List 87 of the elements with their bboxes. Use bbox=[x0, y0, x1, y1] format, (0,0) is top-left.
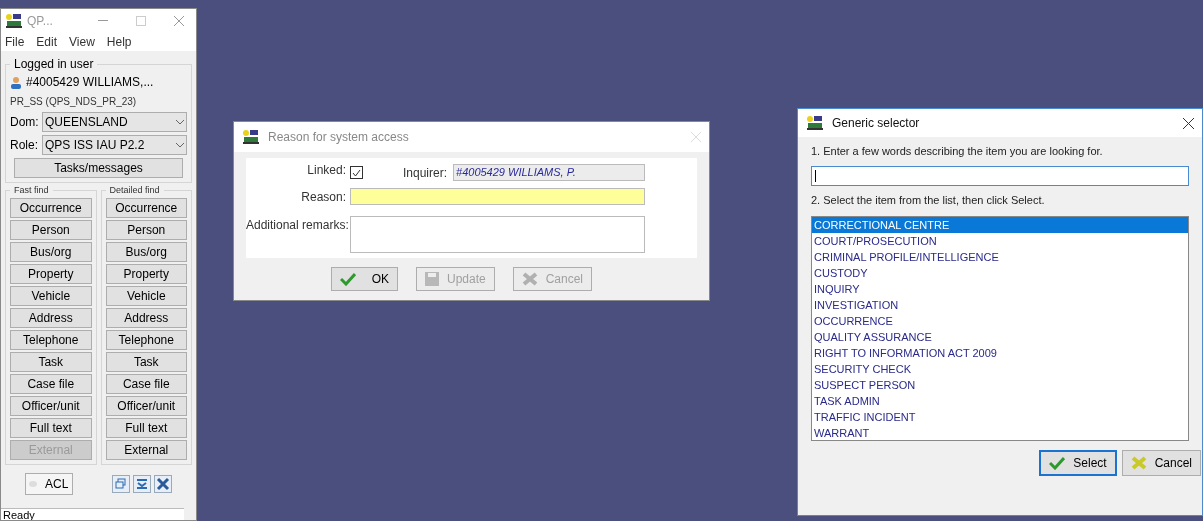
list-item[interactable]: CORRECTIONAL CENTRE bbox=[812, 217, 1188, 233]
user-icon bbox=[10, 75, 22, 89]
find-button[interactable]: Bus/org bbox=[105, 241, 187, 262]
find-button[interactable]: Address bbox=[105, 307, 187, 328]
close-icon[interactable] bbox=[1183, 117, 1194, 129]
menu-item[interactable]: Edit bbox=[36, 33, 58, 51]
chevron-down-icon bbox=[176, 142, 184, 148]
find-button[interactable]: Property bbox=[10, 263, 92, 284]
checkmark-icon bbox=[352, 168, 361, 177]
list-item[interactable]: INVESTIGATION bbox=[812, 297, 1188, 313]
dialog-title: Reason for system access bbox=[268, 129, 409, 146]
window-copy-icon[interactable] bbox=[112, 474, 131, 493]
user-name: #4005429 WILLIAMS,... bbox=[26, 74, 154, 91]
list-item[interactable]: COURT/PROSECUTION bbox=[812, 233, 1188, 249]
toggle-dot-icon bbox=[29, 480, 38, 487]
find-button[interactable]: Occurrence bbox=[10, 197, 92, 218]
dialog-title: Generic selector bbox=[832, 115, 920, 132]
list-item[interactable]: CRIMINAL PROFILE/INTELLIGENCE bbox=[812, 249, 1188, 265]
check-icon bbox=[339, 272, 356, 286]
acl-button[interactable]: ACL bbox=[24, 472, 73, 495]
find-button[interactable]: Case file bbox=[105, 373, 187, 394]
app-logo-icon bbox=[242, 129, 260, 145]
search-field[interactable] bbox=[811, 165, 1189, 186]
find-button[interactable]: Full text bbox=[10, 417, 92, 438]
find-button[interactable]: Vehicle bbox=[10, 285, 92, 306]
list-item[interactable]: SUSPECT PERSON bbox=[812, 377, 1188, 393]
tasks-button[interactable]: Tasks/messages bbox=[14, 158, 183, 178]
find-button[interactable]: External bbox=[105, 439, 187, 460]
find-button[interactable]: Property bbox=[105, 263, 187, 284]
find-button[interactable]: Bus/org bbox=[10, 241, 92, 262]
list-item[interactable]: TASK ADMIN bbox=[812, 393, 1188, 409]
find-button[interactable]: Task bbox=[105, 351, 187, 372]
instruction-text: 2. Select the item from the list, then click Select. bbox=[811, 192, 1046, 208]
window-title: QP... bbox=[27, 13, 53, 30]
app-logo-icon bbox=[5, 13, 23, 29]
find-button[interactable]: Officer/unit bbox=[10, 395, 92, 416]
find-button[interactable]: Person bbox=[105, 219, 187, 240]
find-button[interactable]: Telephone bbox=[10, 329, 92, 350]
app-logo-icon bbox=[806, 115, 824, 131]
dialog-button[interactable]: OK bbox=[330, 267, 398, 291]
cross-icon bbox=[1130, 456, 1147, 470]
field-label: Reason: bbox=[300, 189, 346, 207]
menu-item[interactable]: File bbox=[5, 33, 25, 51]
find-button[interactable]: Vehicle bbox=[105, 285, 187, 306]
role-dropdown[interactable]: QPS ISS IAU P2.2 bbox=[42, 135, 187, 155]
group-legend: Detailed find bbox=[105, 184, 164, 198]
group-legend: Logged in user bbox=[10, 55, 98, 73]
find-button[interactable]: Address bbox=[10, 307, 92, 328]
list-item[interactable]: QUALITY ASSURANCE bbox=[812, 329, 1188, 345]
collapse-icon[interactable] bbox=[133, 474, 152, 493]
list-item[interactable]: OCCURRENCE bbox=[812, 313, 1188, 329]
close-icon[interactable] bbox=[154, 474, 173, 493]
user-profile: PR_SS (QPS_NDS_PR_23) bbox=[10, 95, 138, 109]
dialog-button[interactable]: Cancel bbox=[1121, 450, 1201, 476]
field-label: Additional remarks: bbox=[246, 216, 346, 234]
list-item[interactable]: SECURITY CHECK bbox=[812, 361, 1188, 377]
find-button[interactable]: Task bbox=[10, 351, 92, 372]
menu-item[interactable]: View bbox=[69, 33, 95, 51]
maximize-icon[interactable] bbox=[136, 16, 146, 26]
list-item[interactable]: INQUIRY bbox=[812, 281, 1188, 297]
minimize-icon[interactable] bbox=[98, 20, 108, 22]
linked-checkbox[interactable] bbox=[350, 166, 363, 180]
group-legend: Fast find bbox=[10, 184, 53, 198]
find-button[interactable]: Case file bbox=[10, 373, 92, 394]
menu-item[interactable]: Help bbox=[106, 33, 132, 51]
list-item[interactable]: TRAFFIC INCIDENT bbox=[812, 409, 1188, 425]
instruction-text: 1. Enter a few words describing the item you are looking for. bbox=[811, 144, 1104, 159]
reason-field[interactable] bbox=[350, 188, 645, 206]
chevron-down-icon bbox=[176, 119, 184, 125]
field-label: Dom: bbox=[10, 114, 40, 131]
field-label: Role: bbox=[10, 137, 39, 154]
find-button[interactable]: Person bbox=[10, 219, 92, 240]
list-item[interactable]: RIGHT TO INFORMATION ACT 2009 bbox=[812, 345, 1188, 361]
domain-dropdown[interactable]: QUEENSLAND bbox=[42, 112, 187, 132]
find-button[interactable]: Occurrence bbox=[105, 197, 187, 218]
inquirer-field: #4005429 WILLIAMS, P. bbox=[453, 164, 645, 182]
find-button[interactable]: Telephone bbox=[105, 329, 187, 350]
field-label: Linked: bbox=[306, 162, 346, 179]
cross-icon bbox=[521, 272, 538, 286]
field-label: Inquirer: bbox=[403, 164, 448, 182]
remarks-field[interactable] bbox=[350, 215, 645, 253]
find-button[interactable]: Officer/unit bbox=[105, 395, 187, 416]
list-item[interactable]: CUSTODY bbox=[812, 265, 1188, 281]
dialog-button[interactable]: Select bbox=[1039, 450, 1117, 476]
find-button[interactable]: Full text bbox=[105, 417, 187, 438]
list-item[interactable]: WARRANT bbox=[812, 425, 1188, 441]
check-icon bbox=[1049, 456, 1066, 470]
